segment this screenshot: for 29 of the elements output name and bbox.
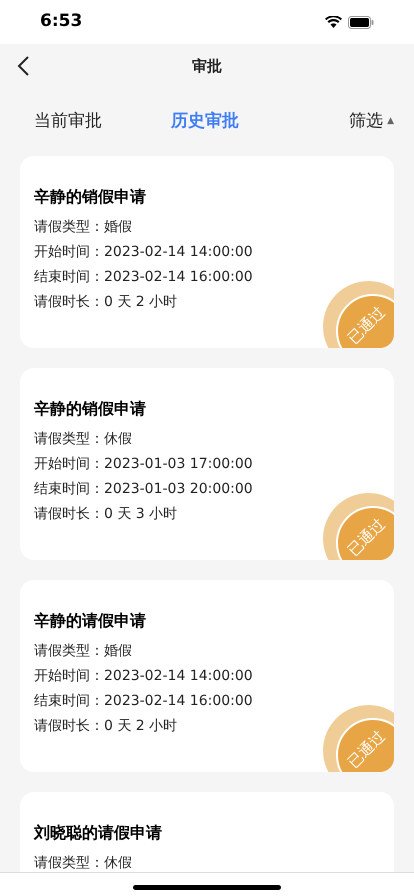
back-icon[interactable] xyxy=(16,55,30,77)
detail-text: 结束时间：2023-02-14 16:00:00 xyxy=(34,692,254,711)
wifi-icon xyxy=(325,16,342,28)
page-title: 审批 xyxy=(192,56,222,77)
card-title: 辛静的销假申请 xyxy=(34,398,147,420)
approved-stamp: 已通过 xyxy=(323,705,394,772)
battery-icon xyxy=(348,16,374,28)
status-time: 6:53 xyxy=(40,10,82,34)
approved-stamp: 已通过 xyxy=(323,281,394,348)
detail-text: 结束时间：2023-01-03 20:00:00 xyxy=(34,480,254,499)
detail-text: 开始时间：2023-02-14 14:00:00 xyxy=(34,667,254,686)
approval-card[interactable]: 辛静的销假申请 请假类型：婚假 开始时间：2023-02-14 14:00:00 结束时间：2023-02-14 16:00:00 请假时长：0 天 2 小时 已通过 xyxy=(20,156,394,348)
card-title: 辛静的销假申请 xyxy=(34,186,147,208)
card-title: 辛静的请假申请 xyxy=(34,610,147,632)
tab[interactable]: 历史审批 xyxy=(171,109,239,135)
detail-text: 请假类型：休假 xyxy=(34,430,133,449)
approved-stamp: 已通过 xyxy=(323,493,394,560)
detail-text: 开始时间：2023-01-03 17:00:00 xyxy=(34,455,254,474)
detail-text: 请假类型：婚假 xyxy=(34,642,133,661)
approval-card[interactable]: 刘晓聪的请假申请 请假类型：休假 xyxy=(20,792,394,872)
approval-card[interactable]: 辛静的销假申请 请假类型：休假 开始时间：2023-01-03 17:00:00 结束时间：2023-01-03 20:00:00 请假时长：0 天 3 小时 已通过 xyxy=(20,368,394,560)
detail-text: 开始时间：2023-02-14 14:00:00 xyxy=(34,243,254,262)
tab[interactable]: 当前审批 xyxy=(34,109,102,135)
approval-card[interactable]: 辛静的请假申请 请假类型：婚假 开始时间：2023-02-14 14:00:00 结束时间：2023-02-14 16:00:00 请假时长：0 天 2 小时 已通过 xyxy=(20,580,394,772)
card-title: 刘晓聪的请假申请 xyxy=(34,822,163,844)
detail-text: 请假类型：婚假 xyxy=(34,218,133,237)
filter-button[interactable]: 筛选 ▲ xyxy=(349,109,394,135)
detail-text: 结束时间：2023-02-14 16:00:00 xyxy=(34,268,254,287)
detail-text: 请假类型：休假 xyxy=(34,854,133,872)
